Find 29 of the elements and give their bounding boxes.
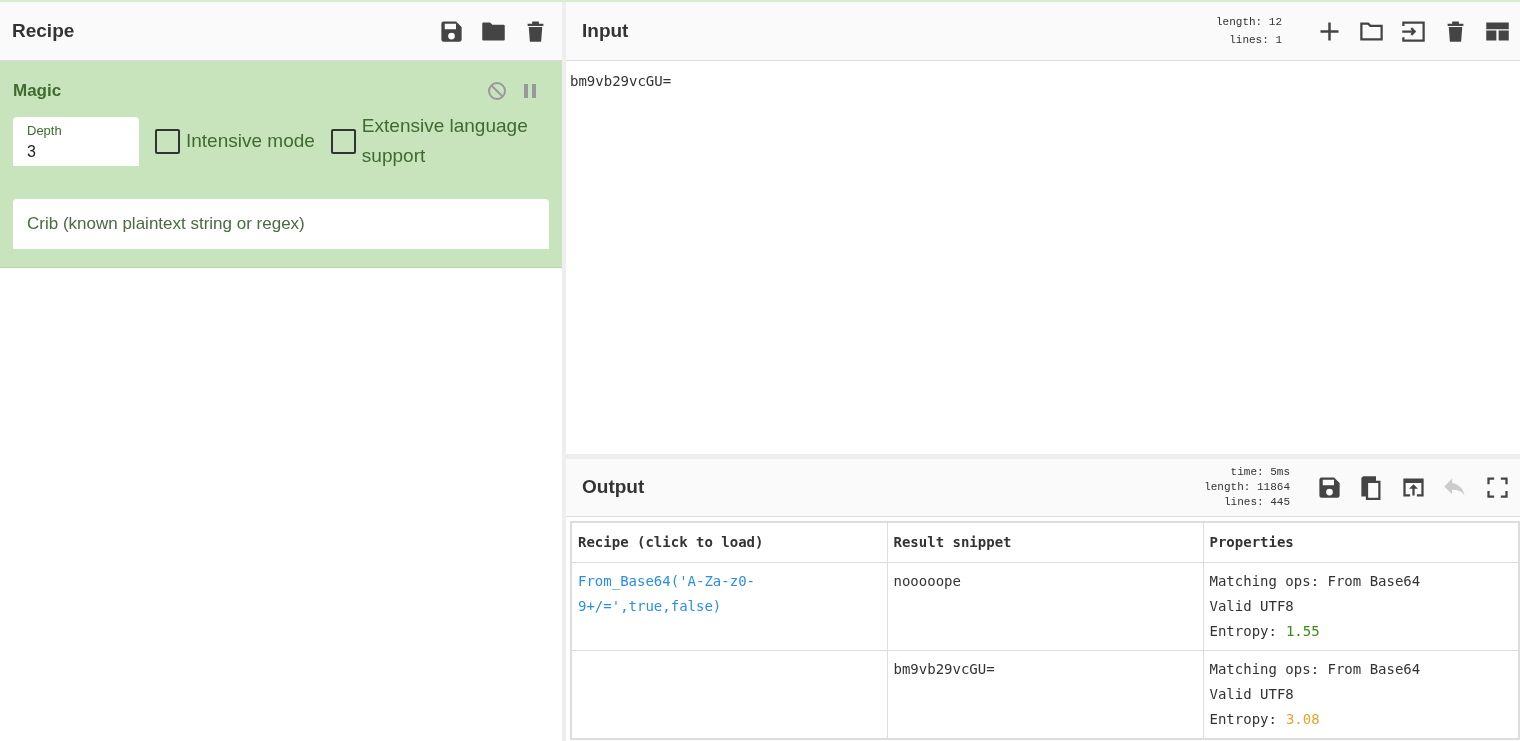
column-header: Recipe (click to load) [571, 522, 887, 562]
table-cell: nooooope [887, 562, 1203, 650]
property-text: Valid UTF8 [1209, 596, 1295, 616]
depth-input[interactable]: 3 [27, 140, 125, 164]
entropy-value: 1.55 [1285, 622, 1320, 639]
stat-text: length: 11864 [1204, 480, 1290, 495]
checkbox-label: Extensive language support [361, 114, 529, 168]
input-text[interactable]: bm9vb29vcGU= [570, 73, 672, 89]
operation-title: Magic [13, 80, 63, 103]
entropy-value: 3.08 [1285, 710, 1320, 727]
entropy-label: Entropy: [1209, 710, 1277, 727]
crib-field[interactable]: Crib (known plaintext string or regex) [13, 199, 549, 249]
property-text: Matching ops: From Base64 [1209, 659, 1422, 679]
stat-text: lines: 445 [1223, 495, 1290, 510]
panel-title: Recipe [12, 18, 76, 43]
entropy-label: Entropy: [1209, 622, 1277, 639]
checkbox[interactable] [155, 128, 180, 154]
panel-title: Input [582, 18, 630, 43]
panel-title: Output [582, 475, 646, 500]
depth-field[interactable]: Depth 3 [13, 116, 139, 166]
stat-text: time: 5ms [1229, 465, 1290, 480]
column-header: Result snippet [887, 522, 1203, 562]
property-text: Valid UTF8 [1209, 684, 1295, 704]
stat-text: lines: 1 [1228, 33, 1282, 48]
property-text: Matching ops: From Base64 [1209, 571, 1422, 591]
stat-text: length: 12 [1216, 15, 1282, 30]
checkbox-label: Intensive mode [186, 129, 315, 153]
field-label: Depth [27, 121, 63, 140]
checkbox[interactable] [330, 128, 356, 154]
